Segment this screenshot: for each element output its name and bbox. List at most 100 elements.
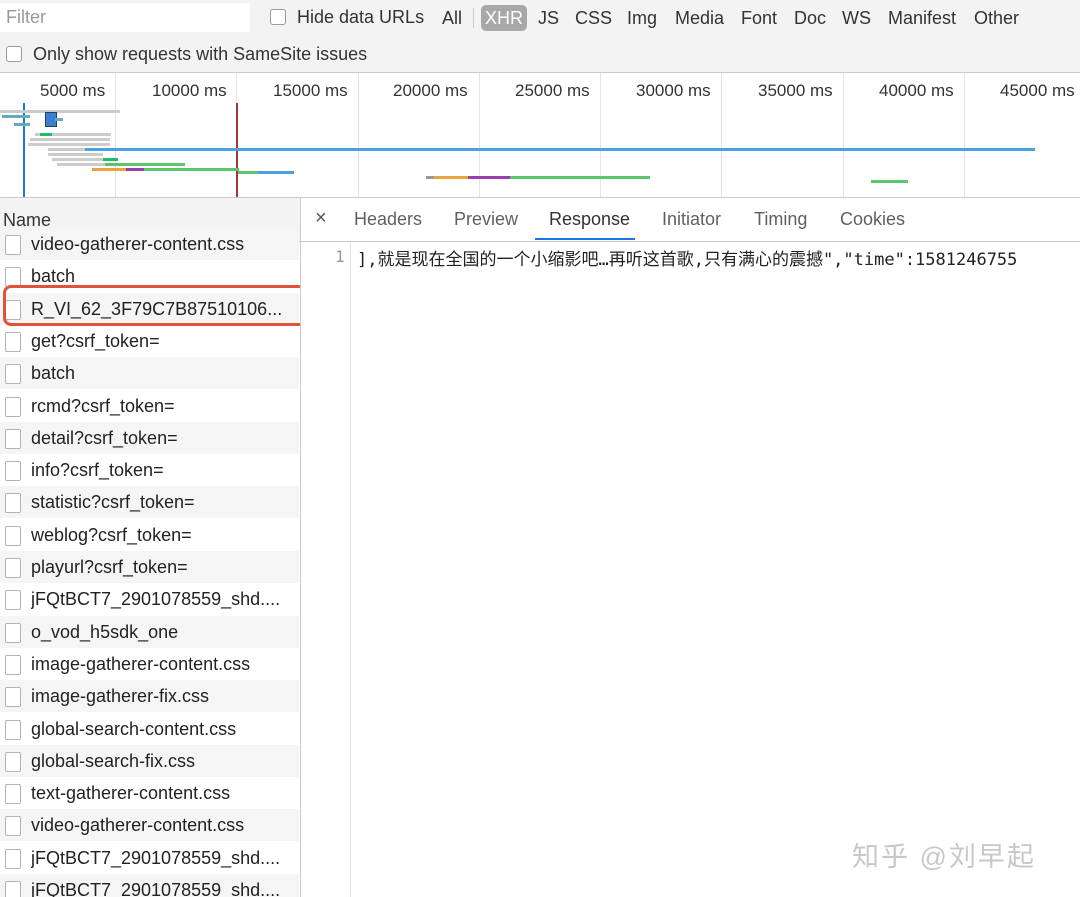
file-icon	[5, 654, 21, 675]
active-tab-indicator	[535, 238, 635, 240]
request-name: jFQtBCT7_2901078559_shd....	[31, 880, 281, 897]
network-overview-timeline[interactable]: 5000 ms 10000 ms 15000 ms 20000 ms 25000…	[0, 73, 1080, 198]
samesite-row: Only show requests with SameSite issues	[0, 36, 1080, 73]
filter-img-button[interactable]: Img	[627, 5, 657, 31]
line-number-gutter	[301, 242, 351, 897]
timeline-request-bar	[48, 153, 103, 156]
timeline-request-bar	[144, 168, 239, 171]
request-row[interactable]: get?csrf_token=	[0, 325, 299, 357]
timeline-tick-label: 25000 ms	[515, 81, 590, 100]
timeline-gridline	[721, 73, 722, 197]
request-row[interactable]: detail?csrf_token=	[0, 421, 299, 454]
timeline-gridline	[115, 73, 116, 197]
request-row[interactable]: weblog?csrf_token=	[0, 519, 299, 551]
request-row[interactable]: jFQtBCT7_2901078559_shd....	[0, 583, 299, 615]
timeline-gridline	[358, 73, 359, 197]
timeline-tick-label: 45000 ms	[1000, 81, 1075, 100]
file-icon	[5, 784, 21, 805]
selected-request-highlight	[3, 285, 300, 326]
request-name: global-search-fix.css	[31, 750, 196, 771]
timeline-tick-label: 20000 ms	[393, 81, 468, 100]
request-detail-panel: × Headers Preview Response Initiator Tim…	[301, 198, 1080, 897]
file-icon	[5, 331, 21, 352]
filter-css-button[interactable]: CSS	[575, 5, 612, 31]
file-icon	[5, 493, 21, 514]
file-icon	[5, 461, 21, 482]
timeline-tick-label: 5000 ms	[40, 81, 106, 100]
file-icon	[5, 687, 21, 708]
timeline-tick-label: 30000 ms	[636, 81, 711, 100]
request-name: rcmd?csrf_token=	[31, 395, 175, 416]
file-icon	[5, 235, 21, 255]
request-row[interactable]: video-gatherer-content.css	[0, 228, 299, 260]
request-row[interactable]: batch	[0, 357, 299, 390]
request-row[interactable]: global-search-content.css	[0, 713, 299, 745]
request-name: info?csrf_token=	[31, 460, 164, 481]
request-row[interactable]: video-gatherer-content.css	[0, 809, 299, 842]
samesite-label: Only show requests with SameSite issues	[33, 44, 368, 64]
close-icon[interactable]: ×	[315, 207, 327, 230]
timeline-request-bar	[2, 115, 30, 118]
filter-ws-button[interactable]: WS	[842, 5, 871, 31]
file-icon	[5, 848, 21, 869]
filter-manifest-button[interactable]: Manifest	[888, 5, 956, 31]
filter-doc-button[interactable]: Doc	[794, 5, 826, 31]
timeline-request-bar	[871, 180, 908, 183]
timeline-gridline	[964, 73, 965, 197]
file-icon	[5, 590, 21, 611]
response-body[interactable]: ],就是现在全国的一个小缩影吧…再听这首歌,只有满心的震撼","time":15…	[357, 245, 1080, 270]
file-icon	[5, 396, 21, 417]
detail-tabbar: × Headers Preview Response Initiator Tim…	[301, 198, 1080, 242]
filter-xhr-button[interactable]: XHR	[481, 5, 528, 31]
filter-media-button[interactable]: Media	[675, 5, 724, 31]
request-row[interactable]: info?csrf_token=	[0, 454, 299, 486]
tab-initiator[interactable]: Initiator	[662, 209, 721, 230]
file-icon	[5, 719, 21, 740]
hide-data-urls-checkbox[interactable]	[270, 9, 286, 25]
filter-other-button[interactable]: Other	[974, 5, 1019, 31]
request-row[interactable]: image-gatherer-content.css	[0, 648, 299, 680]
file-icon	[5, 816, 21, 837]
request-row[interactable]: rcmd?csrf_token=	[0, 390, 299, 422]
timeline-request-bar	[468, 176, 510, 179]
request-row[interactable]: text-gatherer-content.css	[0, 777, 299, 809]
request-row[interactable]: global-search-fix.css	[0, 744, 299, 777]
filter-separator	[473, 8, 474, 28]
request-name: jFQtBCT7_2901078559_shd....	[31, 847, 281, 868]
filter-js-button[interactable]: JS	[538, 5, 559, 31]
request-name: playurl?csrf_token=	[31, 557, 188, 577]
filter-all-button[interactable]: All	[442, 5, 462, 31]
request-list-panel: Name video-gatherer-content.css batch R_VI…	[0, 198, 301, 897]
timeline-request-bar	[28, 143, 110, 146]
request-name: image-gatherer-fix.css	[31, 686, 210, 707]
hide-data-urls-label: Hide data URLs	[297, 7, 425, 27]
tab-timing[interactable]: Timing	[754, 209, 807, 230]
tab-preview[interactable]: Preview	[454, 209, 518, 230]
tab-headers[interactable]: Headers	[354, 209, 422, 230]
request-name: video-gatherer-content.css	[31, 815, 245, 836]
request-row[interactable]: jFQtBCT7_2901078559_shd....	[0, 874, 299, 897]
request-name: video-gatherer-content.css	[31, 234, 245, 254]
request-row[interactable]: jFQtBCT7_2901078559_shd....	[0, 842, 299, 874]
filter-input[interactable]	[0, 3, 250, 32]
timeline-request-bar	[0, 110, 120, 113]
request-name: get?csrf_token=	[31, 330, 160, 351]
timeline-request-bar	[40, 133, 52, 136]
tab-cookies[interactable]: Cookies	[840, 209, 905, 230]
timeline-tick-label: 10000 ms	[152, 81, 227, 100]
samesite-checkbox[interactable]	[6, 46, 22, 62]
request-row[interactable]: playurl?csrf_token=	[0, 551, 299, 583]
timeline-request-bar	[238, 171, 258, 174]
request-name: statistic?csrf_token=	[31, 492, 195, 513]
request-name: detail?csrf_token=	[31, 427, 178, 448]
line-number: 1	[335, 247, 345, 266]
request-row[interactable]: statistic?csrf_token=	[0, 486, 299, 519]
timeline-request-bar	[92, 168, 126, 171]
tab-response[interactable]: Response	[549, 209, 630, 230]
request-row[interactable]: image-gatherer-fix.css	[0, 680, 299, 713]
request-row[interactable]: o_vod_h5sdk_one	[0, 615, 299, 648]
request-name: global-search-content.css	[31, 718, 237, 739]
file-icon	[5, 364, 21, 385]
filter-font-button[interactable]: Font	[741, 5, 777, 31]
request-name: jFQtBCT7_2901078559_shd....	[31, 589, 281, 610]
